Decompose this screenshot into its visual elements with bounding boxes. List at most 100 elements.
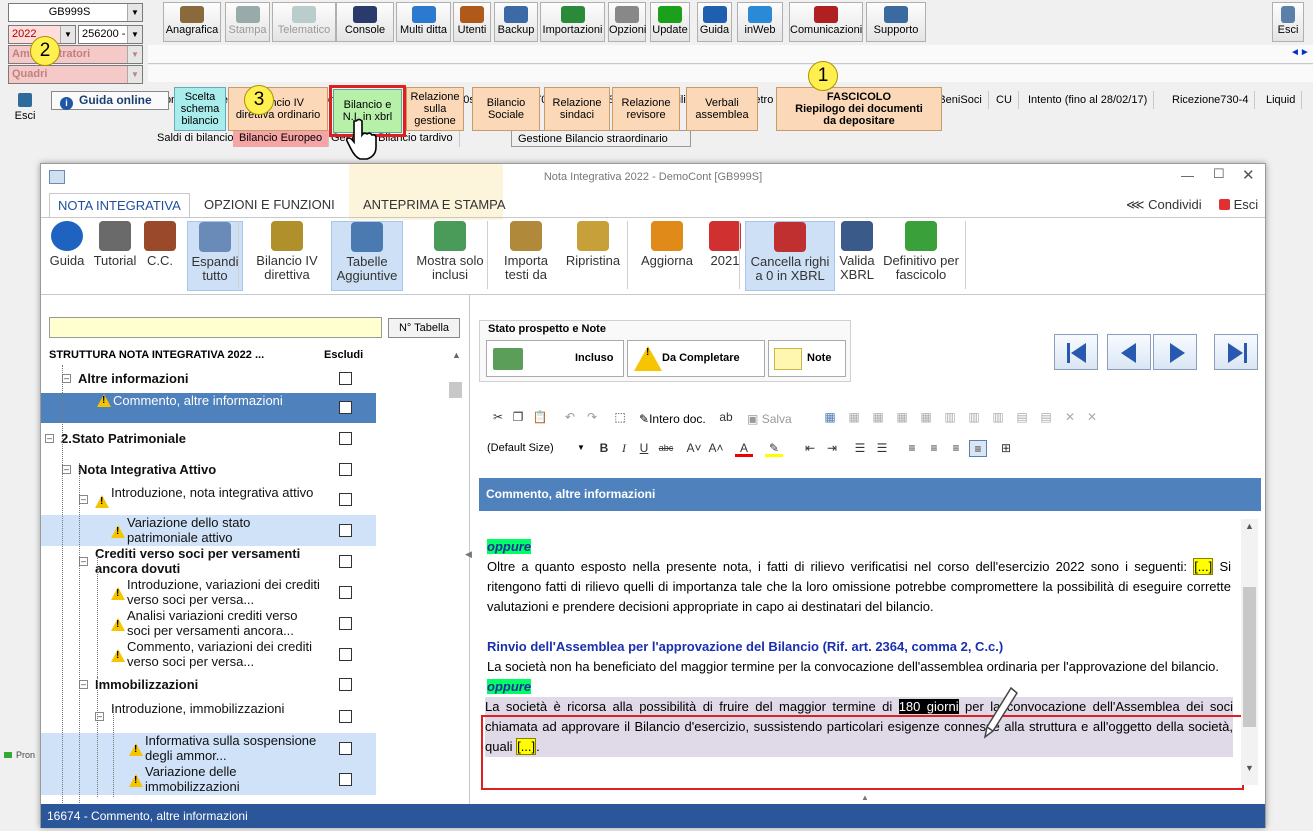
stampa-button[interactable]: Stampa	[225, 2, 270, 42]
collapse-toggle-icon[interactable]: –	[79, 680, 88, 689]
table-tool-icon[interactable]: ✕	[1083, 409, 1101, 426]
indent-icon[interactable]: ⇥	[823, 440, 841, 457]
borders-icon[interactable]: ⊞	[997, 440, 1015, 457]
espandi-tutto-button[interactable]: Espandi tutto	[187, 221, 243, 291]
tab-anteprima[interactable]: ANTEPRIMA E STAMPA	[355, 193, 514, 217]
panel-bilancio-sociale-button[interactable]: Bilancio Sociale	[472, 87, 540, 131]
panel-verbali-assemblea-button[interactable]: Verbali assemblea	[686, 87, 758, 131]
tree-node[interactable]: Commento, variazioni dei crediti verso s…	[41, 639, 376, 670]
table-tool-icon[interactable]: ▦	[845, 409, 863, 426]
subtab-saldi-di-bilancio[interactable]: Saldi di bilancio	[151, 130, 241, 147]
outdent-icon[interactable]: ⇤	[801, 440, 819, 457]
tab-scroll-arrows[interactable]: ◄►	[1290, 47, 1310, 58]
paste-icon[interactable]: 📋	[531, 409, 549, 426]
collapse-toggle-icon[interactable]: –	[79, 556, 88, 566]
maximize-button[interactable]: ☐	[1213, 166, 1225, 182]
escludi-checkbox[interactable]	[339, 616, 352, 630]
aggiorna-button[interactable]: Aggiorna	[633, 221, 701, 291]
table-tool-icon[interactable]: ▥	[989, 409, 1007, 426]
exit-panel-button[interactable]: Esci	[10, 90, 40, 132]
escludi-checkbox[interactable]	[339, 493, 352, 506]
bilancio-iv-direttiva-button[interactable]: Bilancio IV direttiva ordinario	[228, 87, 328, 131]
escludi-checkbox[interactable]	[339, 463, 352, 476]
tab-ricezione730-4[interactable]: Ricezione730-4	[1166, 91, 1256, 109]
tab-liquid[interactable]: Liquid	[1260, 91, 1303, 109]
importazioni-button[interactable]: Importazioni	[540, 2, 605, 42]
collapse-toggle-icon[interactable]: –	[45, 434, 54, 443]
escludi-checkbox[interactable]	[339, 678, 352, 691]
escludi-checkbox[interactable]	[339, 709, 352, 723]
collapse-toggle-icon[interactable]: –	[79, 495, 88, 504]
exit-app-button[interactable]: Esci	[1272, 2, 1304, 42]
table-tool-icon[interactable]: ▦	[917, 409, 935, 426]
align-left-icon[interactable]: ≡	[903, 440, 921, 457]
document-scrollbar[interactable]: ▲ ▼	[1241, 519, 1258, 785]
ripristina-button[interactable]: Ripristina	[559, 221, 627, 291]
tree-node[interactable]: Informativa sulla sospensione degli ammo…	[41, 733, 376, 764]
table-tool-icon[interactable]: ▦	[869, 409, 887, 426]
collapse-toggle-icon[interactable]: –	[62, 374, 71, 383]
tree-node[interactable]: – Nota Integrativa Attivo	[41, 456, 376, 484]
search-input[interactable]	[49, 317, 382, 338]
tabelle-aggiuntive-button[interactable]: Tabelle Aggiuntive	[331, 221, 403, 291]
valida-xbrl-button[interactable]: Valida XBRL	[835, 221, 879, 291]
definitivo-fascicolo-button[interactable]: Definitivo per fascicolo	[879, 221, 963, 291]
fascicolo-button[interactable]: FASCICOLO Riepilogo dei documenti da depo…	[776, 87, 942, 131]
splitter-arrow[interactable]: ▲	[861, 793, 869, 802]
guida-button[interactable]: Guida	[47, 221, 87, 291]
selected-text[interactable]: 180 giorni	[898, 699, 959, 714]
escludi-checkbox[interactable]	[339, 772, 352, 786]
tree-node[interactable]: Commento, altre informazioni	[41, 393, 376, 423]
table-tool-icon[interactable]: ▤	[1037, 409, 1055, 426]
minimize-button[interactable]: —	[1181, 168, 1194, 183]
supporto-button[interactable]: Supporto	[866, 2, 926, 42]
cut-icon[interactable]: ✂	[489, 409, 507, 426]
tree-node[interactable]: Variazione dello stato patrimoniale atti…	[41, 515, 376, 546]
scroll-up-arrow[interactable]: ▲	[1245, 521, 1254, 531]
guida-online-button[interactable]: i Guida online	[51, 91, 169, 110]
section-select-a[interactable]: Amministratori▼	[8, 45, 143, 64]
close-button[interactable]: ✕	[1242, 166, 1255, 184]
cancella-righi-xbrl-button[interactable]: Cancella righi a 0 in XBRL	[745, 221, 835, 291]
numero-tabella-button[interactable]: N° Tabella	[388, 318, 460, 338]
utenti-button[interactable]: Utenti	[453, 2, 491, 42]
copy-icon[interactable]: ❐	[509, 409, 527, 426]
escludi-checkbox[interactable]	[339, 647, 352, 661]
highlight-icon[interactable]: ✎	[765, 440, 783, 457]
first-record-button[interactable]	[1054, 334, 1098, 370]
window-exit-button[interactable]: Esci	[1219, 197, 1258, 212]
scroll-down-arrow[interactable]: ▼	[1245, 763, 1254, 773]
prev-record-button[interactable]	[1107, 334, 1151, 370]
subtab-bilancio-europeo[interactable]: Bilancio Europeo	[233, 130, 330, 147]
underline-icon[interactable]: U	[635, 440, 653, 457]
code-select[interactable]: 256200 - ▼	[78, 25, 143, 44]
tab-nota-integrativa[interactable]: NOTA INTEGRATIVA	[49, 193, 190, 217]
table-tool-icon[interactable]: ✕	[1061, 409, 1079, 426]
escludi-checkbox[interactable]	[339, 432, 352, 445]
console-button[interactable]: Console	[336, 2, 394, 42]
font-shrink-icon[interactable]: A˅	[685, 440, 703, 457]
numbered-list-icon[interactable]: ☰	[873, 440, 891, 457]
justify-icon[interactable]: ≡	[969, 440, 987, 457]
tree-node[interactable]: –2.Stato Patrimoniale	[41, 425, 376, 453]
scrollbar-thumb[interactable]	[1243, 587, 1256, 727]
tree-node[interactable]: – Introduzione, nota integrativa attivo	[41, 485, 376, 515]
align-right-icon[interactable]: ≡	[947, 440, 965, 457]
panel-relazione-revisore-button[interactable]: Relazione revisore	[612, 87, 680, 131]
tree-node[interactable]: Analisi variazioni crediti verso soci pe…	[41, 608, 376, 639]
panel-relazione-sindaci-button[interactable]: Relazione sindaci	[544, 87, 610, 131]
splitter-arrow[interactable]: ◀	[465, 549, 472, 560]
inweb-button[interactable]: inWeb	[737, 2, 783, 42]
escludi-checkbox[interactable]	[339, 741, 352, 755]
spell-icon[interactable]: ab	[717, 409, 735, 426]
escludi-checkbox[interactable]	[339, 401, 352, 414]
da-completare-button[interactable]: Da Completare	[627, 340, 765, 377]
strikethrough-icon[interactable]: abc	[657, 440, 675, 457]
font-color-icon[interactable]: A	[735, 440, 753, 457]
mostra-solo-inclusi-button[interactable]: Mostra solo inclusi	[409, 221, 491, 291]
table-tool-icon[interactable]: ▦	[893, 409, 911, 426]
font-grow-icon[interactable]: A˄	[707, 440, 725, 457]
escludi-checkbox[interactable]	[339, 523, 352, 537]
tab-cu[interactable]: CU	[990, 91, 1019, 109]
table-tool-icon[interactable]: ▤	[1013, 409, 1031, 426]
